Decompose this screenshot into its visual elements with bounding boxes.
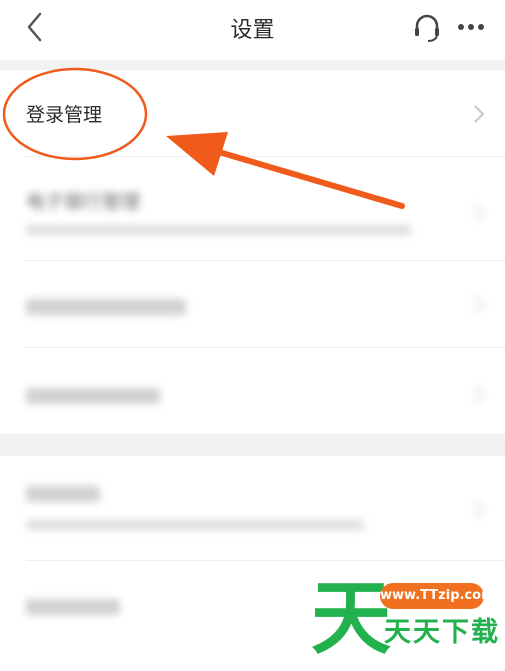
settings-item-label-placeholder: [26, 599, 120, 615]
chevron-right-icon: [474, 105, 485, 123]
chevron-right-icon: [474, 385, 485, 403]
headset-icon: [415, 14, 439, 42]
settings-item-label: 登录管理: [26, 104, 103, 126]
more-dots-icon: [458, 24, 484, 30]
chevron-right-icon: [474, 204, 485, 222]
settings-item-6[interactable]: [0, 561, 505, 671]
settings-item-4[interactable]: [0, 348, 505, 434]
settings-item-ebank-management[interactable]: 电子银行管理: [0, 157, 505, 259]
section-gap: [0, 434, 505, 456]
back-button[interactable]: [20, 10, 50, 44]
settings-item-label-placeholder: [26, 299, 186, 315]
top-bar: 设置: [0, 0, 505, 60]
chevron-left-icon: [27, 12, 42, 42]
settings-item-5[interactable]: [0, 456, 505, 560]
settings-item-subtitle-placeholder: [26, 225, 411, 235]
section-gap: [0, 60, 505, 70]
settings-item-3[interactable]: [0, 261, 505, 347]
chevron-right-icon: [474, 501, 485, 519]
settings-item-label-placeholder: [26, 486, 100, 502]
more-button[interactable]: [454, 14, 488, 40]
chevron-right-icon: [474, 296, 485, 314]
settings-item-label-placeholder: [26, 388, 160, 404]
settings-item-subtitle-placeholder: [26, 520, 364, 530]
settings-item-label: 电子银行管理: [26, 191, 141, 213]
customer-service-button[interactable]: [410, 11, 444, 45]
settings-item-login-management[interactable]: 登录管理: [0, 70, 505, 156]
